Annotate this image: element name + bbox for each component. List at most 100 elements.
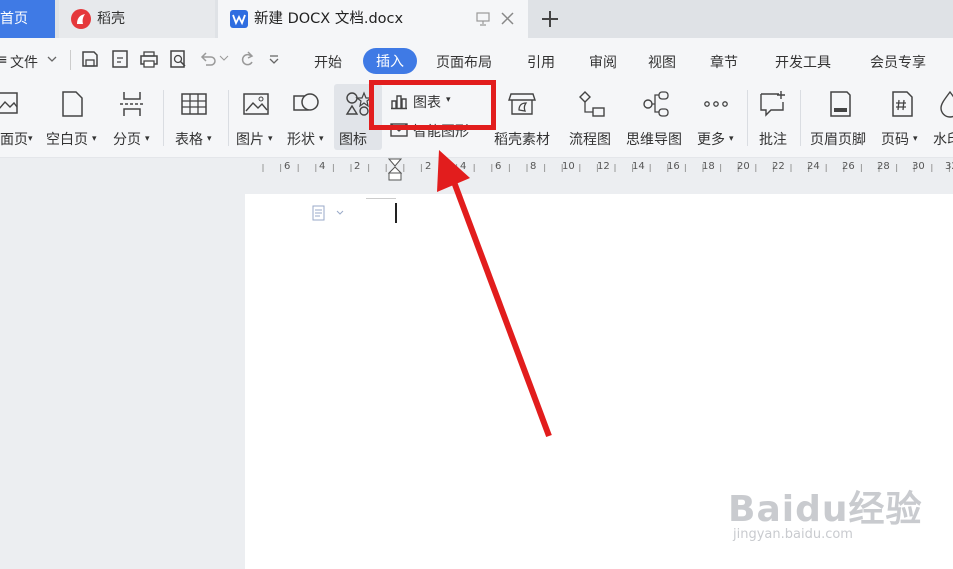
- page-break-icon: [120, 92, 144, 116]
- horizontal-ruler[interactable]: 6 4 2 2 4 6 8 10 12 14 16 18 20 22 24 26…: [245, 158, 953, 182]
- new-tab-plus-icon[interactable]: [540, 9, 560, 29]
- print-preview-icon[interactable]: [168, 49, 188, 69]
- tab-daoke[interactable]: 稻壳: [59, 0, 215, 38]
- ruler-tick: 22: [772, 161, 785, 172]
- dropdown-arrow-icon: ▾: [207, 134, 212, 144]
- picture-button[interactable]: 图片 ▾: [236, 86, 280, 150]
- tab-home[interactable]: 首页: [0, 0, 55, 38]
- dropdown-arrow-icon: ▾: [319, 134, 324, 144]
- watermark-icon: [940, 90, 953, 118]
- save-icon[interactable]: [80, 49, 100, 69]
- ruler-tick: 14: [632, 161, 645, 172]
- ruler-tick: 20: [737, 161, 750, 172]
- daoke-logo-icon: [71, 9, 91, 29]
- watermark-button[interactable]: 水印: [930, 86, 953, 150]
- more-label: 更多: [697, 132, 725, 148]
- undo-dropdown-icon[interactable]: [219, 53, 229, 63]
- menu-item-start[interactable]: 开始: [314, 52, 342, 72]
- dropdown-arrow-icon: ▾: [28, 134, 33, 144]
- table-label: 表格: [175, 132, 203, 148]
- ruler-tick: 30: [912, 161, 925, 172]
- ruler-tick: 6: [495, 161, 502, 172]
- picture-icon: [243, 93, 269, 115]
- mind-map-icon: [643, 91, 669, 117]
- menu-item-member[interactable]: 会员专享: [870, 52, 926, 72]
- blank-page-button[interactable]: 空白页 ▾: [44, 86, 102, 150]
- shape-label: 形状: [287, 132, 315, 148]
- paragraph-layout-icon[interactable]: [312, 205, 346, 221]
- comment-add-icon: [760, 91, 785, 117]
- dropdown-arrow-icon: ▾: [268, 134, 273, 144]
- baidu-watermark-url: jingyan.baidu.com: [733, 527, 853, 542]
- dropdown-arrow-icon: ▾: [92, 134, 97, 144]
- ribbon-separator: [228, 90, 229, 146]
- ruler-tick: 24: [807, 161, 820, 172]
- file-menu[interactable]: 文件: [10, 52, 38, 72]
- cover-page-icon: [0, 92, 18, 114]
- watermark-label: 水印: [933, 132, 953, 148]
- tab-document[interactable]: 新建 DOCX 文档.docx: [218, 0, 528, 38]
- shape-icon: [293, 93, 319, 111]
- flowchart-button[interactable]: 流程图: [568, 86, 616, 150]
- redo-icon[interactable]: [237, 49, 257, 69]
- more-dots-icon: [704, 101, 728, 107]
- menu-item-developer[interactable]: 开发工具: [775, 52, 831, 72]
- ruler-tick: 12: [597, 161, 610, 172]
- highlight-box: [369, 80, 496, 130]
- tab-home-label: 首页: [0, 11, 28, 27]
- export-pdf-icon[interactable]: [110, 49, 130, 69]
- close-icon[interactable]: [500, 11, 515, 26]
- header-footer-button[interactable]: 页眉页脚: [808, 86, 874, 150]
- icon-library-icon: [345, 91, 372, 116]
- blank-page-label: 空白页: [46, 132, 88, 148]
- dropdown-arrow-icon: ▾: [729, 134, 734, 144]
- dropdown-arrow-icon: ▾: [145, 134, 150, 144]
- picture-label: 图片: [236, 132, 264, 148]
- header-footer-icon: [830, 91, 851, 117]
- comment-button[interactable]: 批注: [756, 86, 792, 150]
- menu-hamburger-icon[interactable]: ≡: [0, 52, 8, 68]
- monitor-icon[interactable]: [476, 12, 490, 26]
- divider: [70, 50, 71, 70]
- cover-page-button[interactable]: 面页 ▾: [0, 86, 40, 150]
- table-button[interactable]: 表格 ▾: [172, 86, 222, 150]
- menu-item-section[interactable]: 章节: [710, 52, 738, 72]
- ruler-tick: 2: [354, 161, 361, 172]
- daoke-material-label: 稻壳素材: [494, 132, 550, 148]
- mind-map-button[interactable]: 思维导图: [626, 86, 688, 150]
- baidu-watermark: Baidu经验: [728, 489, 923, 530]
- ruler-tick: 8: [530, 161, 537, 172]
- indent-marker-icon[interactable]: [388, 158, 402, 182]
- menu-item-review[interactable]: 审阅: [589, 52, 617, 72]
- ruler-tick: 4: [319, 161, 326, 172]
- mind-map-label: 思维导图: [626, 132, 682, 148]
- ruler-tick: 10: [562, 161, 575, 172]
- menu-item-page-layout[interactable]: 页面布局: [436, 52, 492, 72]
- daoke-material-button[interactable]: 稻壳素材: [494, 86, 556, 150]
- menu-item-references[interactable]: 引用: [527, 52, 555, 72]
- icon-label: 图标: [339, 132, 367, 148]
- text-area-corner: [366, 198, 396, 199]
- ruler-tick: 28: [877, 161, 890, 172]
- chevron-down-icon[interactable]: [46, 53, 58, 65]
- print-icon[interactable]: [139, 49, 159, 69]
- shape-button[interactable]: 形状 ▾: [286, 86, 330, 150]
- menu-item-insert[interactable]: 插入: [363, 48, 417, 74]
- ruler-tick: 16: [667, 161, 680, 172]
- undo-icon[interactable]: [198, 49, 218, 69]
- customize-toolbar-icon[interactable]: [268, 53, 280, 65]
- ribbon-separator: [163, 90, 164, 146]
- more-button[interactable]: 更多 ▾: [696, 86, 740, 150]
- dropdown-arrow-icon: ▾: [913, 134, 918, 144]
- page-break-label: 分页: [113, 132, 141, 148]
- page-number-icon: [892, 91, 913, 117]
- writer-logo-icon: [230, 10, 248, 28]
- page-break-button[interactable]: 分页 ▾: [110, 86, 156, 150]
- page-number-button[interactable]: 页码 ▾: [880, 86, 924, 150]
- cover-page-label: 面页: [0, 132, 28, 148]
- blank-page-icon: [62, 91, 83, 117]
- menu-item-view[interactable]: 视图: [648, 52, 676, 72]
- text-cursor: [395, 203, 397, 223]
- tab-document-label: 新建 DOCX 文档.docx: [254, 11, 404, 27]
- page-number-label: 页码: [881, 132, 909, 148]
